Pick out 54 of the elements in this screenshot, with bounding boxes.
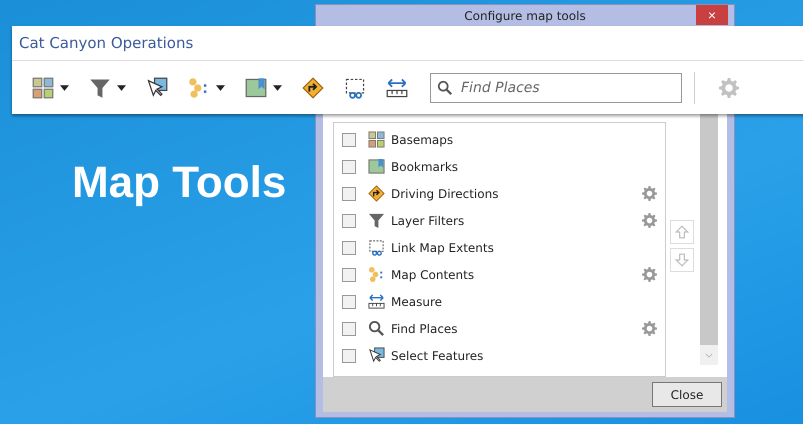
map-bookmark-icon <box>245 76 267 98</box>
settings-icon[interactable] <box>642 267 657 282</box>
checkbox[interactable] <box>342 348 356 363</box>
tool-label: Map Contents <box>391 268 476 282</box>
dialog-title: Configure map tools <box>464 8 586 23</box>
basemap-grid-icon <box>32 76 54 98</box>
tool-label: Measure <box>391 294 443 309</box>
diamond-arrow-icon <box>368 185 385 202</box>
up-arrow-icon <box>675 225 689 240</box>
move-down-button[interactable] <box>670 248 694 272</box>
caret-icon <box>60 84 69 90</box>
layers-tree-icon <box>368 266 385 284</box>
app-title: Cat Canyon Operations <box>12 26 803 61</box>
checkbox[interactable] <box>342 322 356 336</box>
settings-icon[interactable] <box>642 213 657 228</box>
tool-label: Basemaps <box>391 132 454 147</box>
checkbox[interactable] <box>342 268 356 282</box>
slide-heading: Map Tools <box>72 158 286 208</box>
tool-label: Bookmarks <box>391 160 460 174</box>
dashed-box-link-icon <box>368 239 385 256</box>
ruler-arrows-icon <box>386 76 408 98</box>
checkbox[interactable] <box>342 294 356 309</box>
checkbox[interactable] <box>342 132 356 147</box>
tool-label: Link Map Extents <box>391 240 495 255</box>
close-button[interactable]: × <box>696 5 728 25</box>
tool-label: Layer Filters <box>391 214 466 228</box>
ruler-arrows-icon <box>368 293 385 310</box>
chevron-down-icon <box>705 352 713 358</box>
tool-label: Select Features <box>391 348 484 363</box>
settings-icon[interactable] <box>642 321 657 336</box>
map-bookmark-icon <box>368 158 385 176</box>
funnel-icon <box>89 76 111 98</box>
checkbox[interactable] <box>342 186 356 201</box>
search-icon <box>368 320 385 338</box>
funnel-icon <box>368 212 385 230</box>
close-button[interactable]: Close <box>652 382 722 408</box>
cursor-select-icon <box>146 76 168 98</box>
caret-icon <box>216 84 225 90</box>
search-field[interactable]: Find Places <box>430 72 682 102</box>
move-up-button[interactable] <box>670 220 694 244</box>
checkbox[interactable] <box>342 214 356 228</box>
cursor-select-icon <box>368 347 385 364</box>
checkbox[interactable] <box>342 160 356 174</box>
settings-icon[interactable] <box>642 186 657 202</box>
caret-icon <box>117 84 126 90</box>
tool-label: Find Places <box>391 322 459 336</box>
diamond-arrow-icon <box>302 76 324 98</box>
search-icon <box>437 80 453 96</box>
down-arrow-icon <box>675 253 689 268</box>
dashed-box-link-icon <box>344 76 366 98</box>
basemap-grid-icon <box>368 131 385 148</box>
checkbox[interactable] <box>342 240 356 255</box>
caret-icon <box>273 84 282 90</box>
tool-label: Driving Directions <box>391 186 500 201</box>
